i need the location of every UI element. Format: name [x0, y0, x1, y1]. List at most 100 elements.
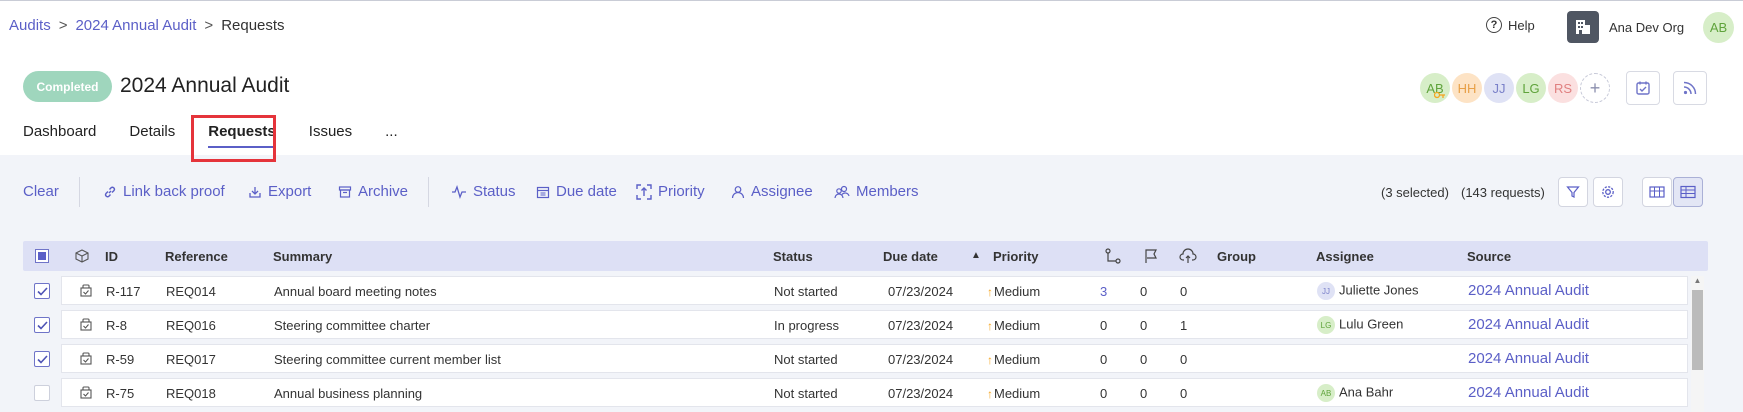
- page-title: 2024 Annual Audit: [120, 74, 290, 97]
- assignee-label: Assignee: [751, 183, 813, 200]
- breadcrumb-audits[interactable]: Audits: [9, 17, 51, 34]
- status-button[interactable]: Status: [451, 183, 516, 200]
- column-header-id[interactable]: ID: [105, 249, 118, 264]
- flag-icon[interactable]: [1144, 248, 1158, 264]
- priority-button[interactable]: Priority: [636, 183, 705, 200]
- cell-id: R-8: [106, 318, 127, 333]
- clear-button[interactable]: Clear: [23, 183, 59, 200]
- due-date-button[interactable]: Due date: [536, 183, 617, 200]
- divider: [428, 177, 429, 207]
- org-switcher[interactable]: Ana Dev Org: [1567, 11, 1684, 43]
- cell-id: R-75: [106, 386, 135, 401]
- cell-flags: 0: [1140, 352, 1148, 367]
- assignee-name: Lulu Green: [1339, 316, 1404, 332]
- checkmark-icon: [36, 286, 48, 296]
- priority-text: Medium: [994, 284, 1041, 299]
- export-icon: [249, 186, 261, 198]
- cell-assignee: JJ Juliette Jones: [1317, 282, 1419, 300]
- question-icon: ?: [1486, 17, 1502, 33]
- sort-ascending-icon[interactable]: ▲: [971, 250, 981, 261]
- row-checkbox[interactable]: [34, 283, 50, 299]
- tab-issues[interactable]: Issues: [309, 123, 352, 148]
- subtasks-icon[interactable]: [1105, 248, 1121, 264]
- cell-subtasks[interactable]: 3: [1100, 284, 1107, 299]
- cell-summary: Steering committee charter: [274, 318, 431, 333]
- people-icon: [834, 185, 850, 198]
- cell-source[interactable]: 2024 Annual Audit: [1468, 282, 1589, 299]
- cell-priority: ↑Medium: [987, 284, 1040, 299]
- cell-due-date: 07/23/2024: [888, 318, 954, 333]
- feed-button[interactable]: [1673, 71, 1707, 105]
- column-header-priority[interactable]: Priority: [993, 249, 1039, 264]
- checkmark-icon: [36, 354, 48, 364]
- table-header: ID Reference Summary Status Due date ▲ P…: [23, 241, 1708, 271]
- select-all-checkbox[interactable]: [35, 249, 49, 263]
- table-row[interactable]: R-8 REQ016 Steering committee charter In pr…: [61, 310, 1688, 339]
- column-header-source[interactable]: Source: [1467, 249, 1511, 264]
- cell-status: Not started: [774, 352, 838, 367]
- assignee-button[interactable]: Assignee: [731, 183, 813, 200]
- calendar-check-button[interactable]: [1626, 71, 1660, 105]
- table-row[interactable]: R-75 REQ018 Annual business planning Not st…: [61, 378, 1688, 407]
- link-back-proof-label: Link back proof: [123, 183, 225, 200]
- row-checkbox[interactable]: [34, 317, 50, 333]
- member-avatar[interactable]: JJ: [1484, 73, 1514, 103]
- column-header-status[interactable]: Status: [773, 249, 813, 264]
- archive-icon: [338, 185, 352, 198]
- archive-button[interactable]: Archive: [338, 183, 408, 200]
- request-count: (143 requests): [1461, 185, 1545, 200]
- row-checkbox[interactable]: [34, 351, 50, 367]
- cell-due-date: 07/23/2024: [888, 386, 954, 401]
- settings-button[interactable]: [1593, 177, 1623, 207]
- rss-icon: [1683, 81, 1697, 95]
- arrow-up-icon: ↑: [987, 387, 993, 401]
- column-header-assignee[interactable]: Assignee: [1316, 249, 1374, 264]
- table-row[interactable]: R-59 REQ017 Steering committee current mem…: [61, 344, 1688, 373]
- help-button[interactable]: ? Help: [1486, 17, 1535, 33]
- export-button[interactable]: Export: [248, 183, 311, 200]
- cloud-upload-icon[interactable]: [1179, 248, 1197, 264]
- breadcrumb-audit[interactable]: 2024 Annual Audit: [75, 17, 196, 34]
- tab-dashboard[interactable]: Dashboard: [23, 123, 96, 148]
- highlight-annotation: [191, 115, 276, 162]
- scrollbar-thumb[interactable]: [1692, 290, 1703, 370]
- cell-assignee: LG Lulu Green: [1317, 316, 1403, 334]
- link-icon: [104, 186, 116, 197]
- table-row[interactable]: R-117 REQ014 Annual board meeting notes Not…: [61, 276, 1688, 305]
- priority-icon: [636, 183, 652, 200]
- member-avatar[interactable]: HH: [1452, 73, 1482, 103]
- cell-source[interactable]: 2024 Annual Audit: [1468, 316, 1589, 333]
- assignee-name: Juliette Jones: [1339, 282, 1419, 298]
- tab-details[interactable]: Details: [129, 123, 175, 148]
- column-header-reference[interactable]: Reference: [165, 249, 228, 264]
- assignee-avatar: LG: [1317, 316, 1335, 334]
- table-view-button[interactable]: [1673, 177, 1703, 207]
- member-avatar[interactable]: AB: [1420, 73, 1450, 103]
- user-avatar[interactable]: AB: [1703, 12, 1734, 43]
- board-view-button[interactable]: [1642, 177, 1672, 207]
- cell-subtasks: 0: [1100, 352, 1108, 367]
- column-header-due-date[interactable]: Due date: [883, 249, 938, 264]
- column-header-group[interactable]: Group: [1217, 249, 1256, 264]
- tab-more[interactable]: ...: [385, 123, 398, 148]
- link-back-proof-button[interactable]: Link back proof: [103, 183, 225, 200]
- cell-flags: 0: [1140, 386, 1148, 401]
- cell-subtasks: 0: [1100, 318, 1108, 333]
- column-header-summary[interactable]: Summary: [273, 249, 332, 264]
- members-button[interactable]: Members: [834, 183, 919, 200]
- filter-button[interactable]: [1558, 177, 1588, 207]
- cell-source[interactable]: 2024 Annual Audit: [1468, 384, 1589, 401]
- scroll-up-arrow[interactable]: ▲: [1692, 276, 1703, 286]
- member-avatar[interactable]: LG: [1516, 73, 1546, 103]
- member-avatar[interactable]: RS: [1548, 73, 1578, 103]
- cell-flags: 0: [1140, 284, 1148, 299]
- cell-source[interactable]: 2024 Annual Audit: [1468, 350, 1589, 367]
- row-checkbox[interactable]: [34, 385, 50, 401]
- breadcrumb-current: Requests: [221, 17, 285, 34]
- arrow-up-icon: ↑: [987, 319, 993, 333]
- bulk-action-toolbar: Clear Link back proof Export Archive Sta…: [0, 172, 1743, 212]
- filter-icon: [1566, 186, 1580, 198]
- add-member-button[interactable]: +: [1580, 73, 1610, 103]
- status-badge: Completed: [23, 71, 112, 102]
- org-name: Ana Dev Org: [1609, 19, 1685, 35]
